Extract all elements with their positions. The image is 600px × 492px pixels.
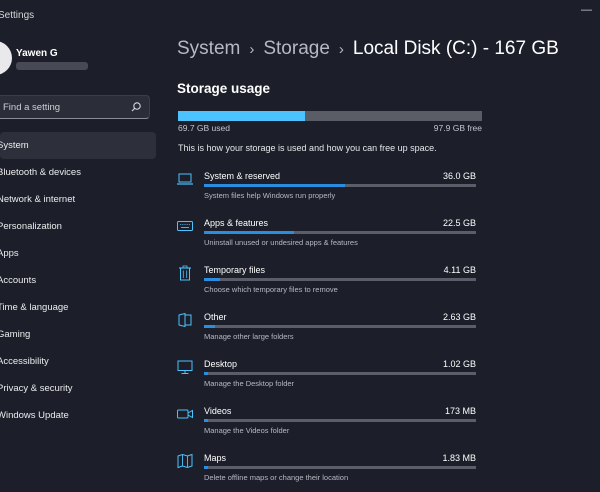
sidebar-item-windows-update[interactable]: Windows Update [0, 402, 156, 429]
category-desc: Choose which temporary files to remove [204, 285, 338, 294]
sidebar-item-time-language[interactable]: Time & language [0, 294, 156, 321]
total-usage-bar [178, 111, 482, 121]
sidebar-item-network[interactable]: Network & internet [0, 186, 156, 213]
category-bar [204, 325, 476, 328]
breadcrumb-separator: › [338, 41, 344, 58]
category-name: Temporary files [204, 265, 266, 275]
breadcrumb-system[interactable]: System [177, 38, 240, 59]
category-bar [204, 466, 476, 469]
user-email-redacted [16, 62, 88, 70]
category-size: 173 MB [444, 406, 476, 416]
category-name: Apps & features [204, 218, 269, 228]
user-name: Yawen G [16, 48, 58, 59]
category-name: Videos [204, 406, 232, 416]
category-apps-features[interactable]: Apps & features 22.5 GB Uninstall unused… [176, 217, 486, 257]
category-fill [204, 231, 294, 234]
sidebar-item-label: Time & language [0, 302, 69, 313]
app-title: Settings [0, 10, 35, 21]
total-usage-fill [178, 111, 305, 121]
info-text: This is how your storage is used and how… [178, 143, 437, 153]
category-other[interactable]: Other 2.63 GB Manage other large folders [176, 311, 486, 351]
category-size: 36.0 GB [442, 171, 476, 181]
category-desktop[interactable]: Desktop 1.02 GB Manage the Desktop folde… [176, 358, 486, 398]
search-input[interactable] [3, 100, 121, 114]
category-fill [204, 372, 209, 375]
trash-icon [179, 265, 191, 281]
sidebar-item-system[interactable]: System [0, 132, 156, 159]
category-name: Maps [204, 453, 227, 463]
sidebar-item-label: Apps [0, 248, 19, 259]
category-fill [204, 278, 221, 281]
sidebar-item-privacy[interactable]: Privacy & security [0, 375, 156, 402]
keyboard-icon [177, 221, 193, 231]
minimize-icon[interactable]: — [581, 4, 592, 16]
folder-icon [178, 312, 192, 328]
sidebar-item-bluetooth[interactable]: Bluetooth & devices [0, 159, 156, 186]
free-label: 97.9 GB free [433, 123, 482, 133]
map-icon [177, 453, 193, 469]
desktop-icon [177, 360, 193, 374]
breadcrumb-current: Local Disk (C:) - 167 GB [352, 38, 559, 59]
sidebar-nav: System Bluetooth & devices Network & int… [0, 132, 156, 429]
sidebar-item-label: Accessibility [0, 356, 49, 367]
category-temporary-files[interactable]: Temporary files 4.11 GB Choose which tem… [176, 264, 486, 304]
category-fill [204, 466, 209, 469]
category-desc: System files help Windows run properly [204, 191, 336, 200]
category-name: Other [204, 312, 227, 322]
sidebar-item-label: System [0, 140, 29, 151]
category-videos[interactable]: Videos 173 MB Manage the Videos folder [176, 405, 486, 445]
category-size: 1.02 GB [442, 359, 476, 369]
category-fill [204, 419, 209, 422]
category-bar [204, 184, 476, 187]
category-system-reserved[interactable]: System & reserved 36.0 GB System files h… [176, 170, 486, 210]
sidebar-item-accessibility[interactable]: Accessibility [0, 348, 156, 375]
category-bar [204, 372, 476, 375]
category-maps[interactable]: Maps 1.83 MB Delete offline maps or chan… [176, 452, 486, 492]
category-bar [204, 278, 476, 281]
sidebar-item-personalization[interactable]: Personalization [0, 213, 156, 240]
sidebar-item-label: Network & internet [0, 194, 76, 205]
category-size: 22.5 GB [442, 218, 476, 228]
sidebar-item-label: Accounts [0, 275, 37, 286]
category-size: 1.83 MB [442, 453, 476, 463]
breadcrumb-storage[interactable]: Storage [263, 38, 330, 59]
laptop-icon [177, 173, 193, 185]
breadcrumb-separator: › [249, 41, 255, 58]
category-name: Desktop [204, 359, 238, 369]
sidebar-item-label: Privacy & security [0, 383, 73, 394]
breadcrumb: System › Storage › Local Disk (C:) - 167 GB [177, 38, 559, 60]
search-box[interactable] [0, 95, 150, 119]
video-icon [177, 409, 193, 419]
category-fill [204, 184, 346, 187]
category-size: 4.11 GB [443, 265, 476, 275]
category-bar [204, 231, 476, 234]
sidebar-item-label: Gaming [0, 329, 31, 340]
used-label: 69.7 GB used [178, 123, 230, 133]
category-bar [204, 419, 476, 422]
category-size: 2.63 GB [442, 312, 476, 322]
sidebar-item-label: Windows Update [0, 410, 69, 421]
category-desc: Uninstall unused or undesired apps & fea… [204, 238, 358, 247]
avatar[interactable] [0, 41, 12, 75]
sidebar-item-gaming[interactable]: Gaming [0, 321, 156, 348]
sidebar-item-apps[interactable]: Apps [0, 240, 156, 267]
category-desc: Delete offline maps or change their loca… [204, 473, 349, 482]
category-desc: Manage the Desktop folder [204, 379, 295, 388]
category-desc: Manage other large folders [204, 332, 294, 341]
sidebar-item-label: Personalization [0, 221, 62, 232]
search-icon[interactable] [129, 100, 143, 114]
category-name: System & reserved [204, 171, 281, 181]
category-fill [204, 325, 215, 328]
sidebar-item-accounts[interactable]: Accounts [0, 267, 156, 294]
section-title: Storage usage [177, 81, 271, 96]
category-desc: Manage the Videos folder [204, 426, 290, 435]
sidebar-item-label: Bluetooth & devices [0, 167, 81, 178]
window-controls: — [581, 4, 592, 16]
